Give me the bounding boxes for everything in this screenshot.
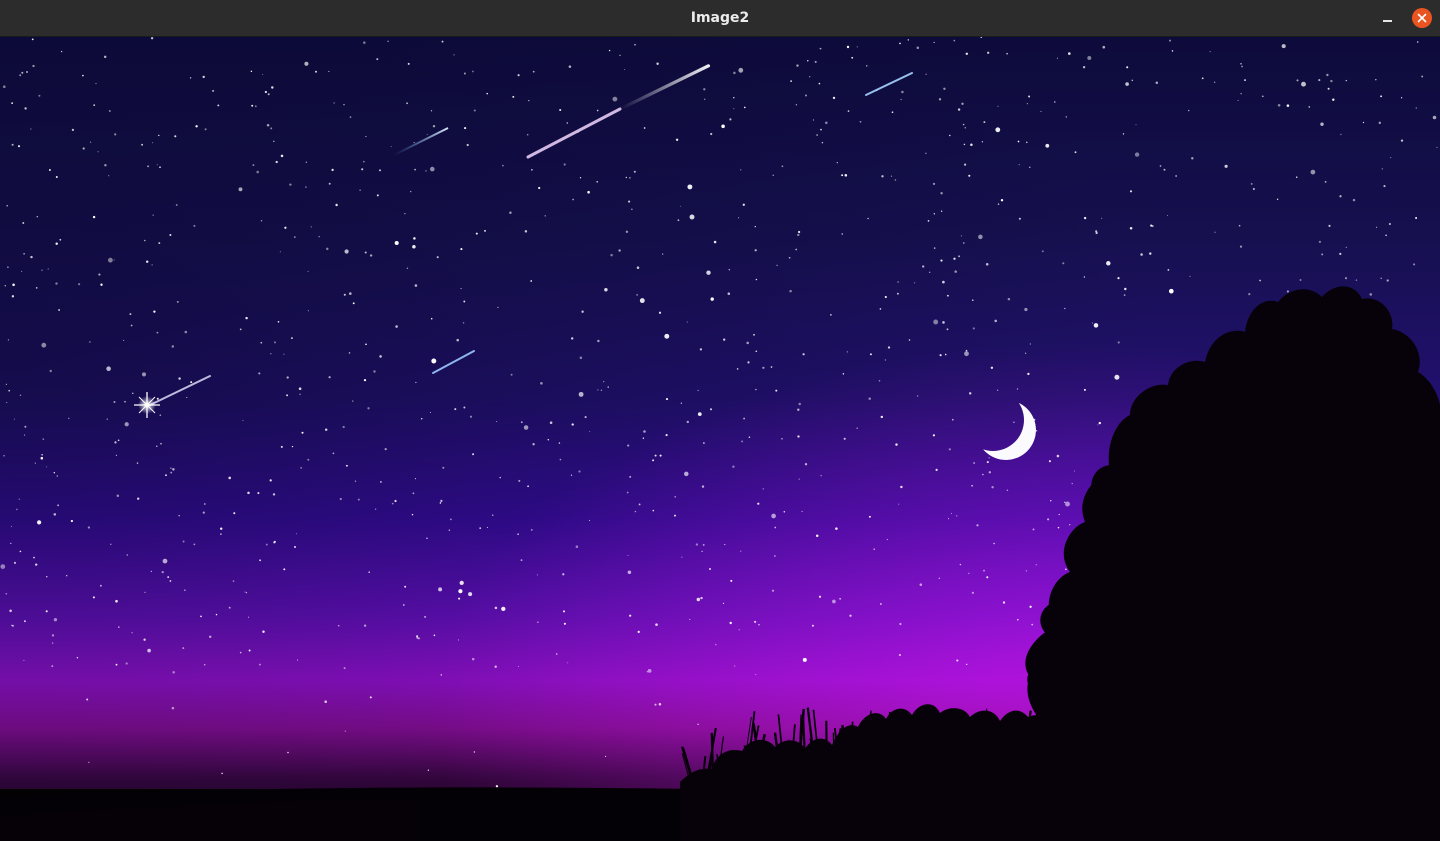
crescent-moon [972,396,1040,464]
night-sky-image [0,37,1440,841]
minimize-icon [1383,20,1392,22]
minimize-button[interactable] [1377,8,1399,30]
image-canvas [0,37,1440,841]
image-viewer-window: Image2 [0,0,1440,841]
window-title: Image2 [690,10,750,26]
title-bar[interactable]: Image2 [0,0,1440,37]
close-button[interactable] [1412,8,1432,28]
close-icon [1417,13,1427,23]
